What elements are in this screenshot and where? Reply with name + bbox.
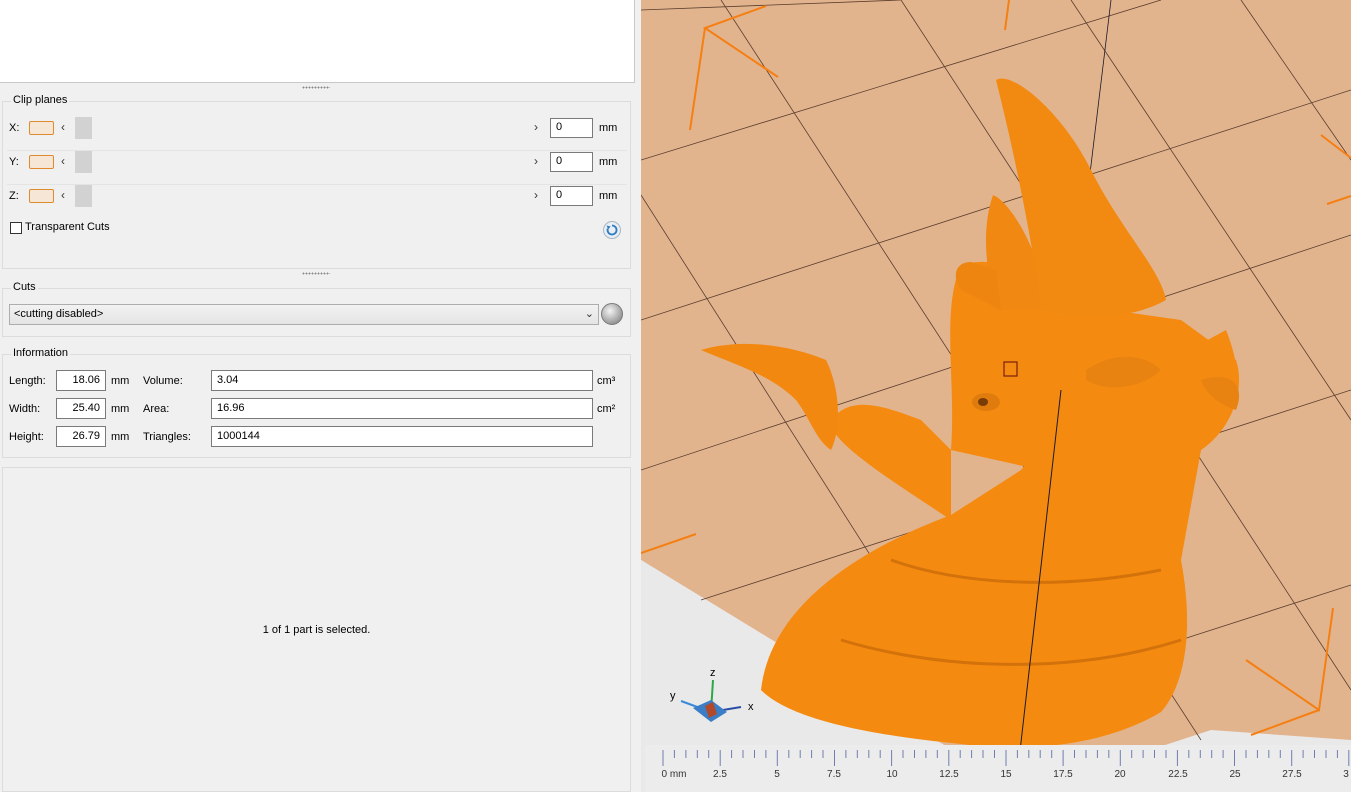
ruler-label: 25 [1229, 769, 1241, 780]
ruler-label: 27.5 [1282, 769, 1302, 780]
clip-y-unit: mm [599, 156, 618, 168]
ruler-label: 15 [1000, 769, 1012, 780]
clip-y-decrement-icon[interactable]: ‹ [61, 154, 65, 168]
area-label: Area: [143, 403, 170, 415]
clip-y-label: Y: [9, 156, 19, 168]
chevron-down-icon: ⌄ [584, 308, 594, 320]
information-title: Information [11, 347, 71, 359]
clip-x-slider[interactable] [75, 117, 531, 139]
ruler-label: 10 [886, 769, 898, 780]
clip-x-input[interactable]: 0 [550, 118, 593, 138]
clip-y-slider[interactable] [75, 151, 531, 173]
cuts-group: Cuts <cutting disabled> ⌄ [2, 281, 631, 337]
clip-planes-group: Clip planes X: ‹ › 0 mm Y: ‹ › 0 mm Z: ‹… [2, 94, 632, 269]
cuts-dropdown[interactable]: <cutting disabled> ⌄ [9, 304, 599, 325]
object-list-area[interactable] [0, 0, 635, 83]
volume-field: 3.04 [211, 370, 593, 391]
globe-icon[interactable] [601, 303, 623, 325]
area-field: 16.96 [211, 398, 593, 419]
clip-z-slider-thumb[interactable] [75, 185, 92, 207]
clip-z-slider[interactable] [75, 185, 531, 207]
clip-x-increment-icon[interactable]: › [534, 120, 538, 134]
viewport-scene [641, 0, 1351, 792]
left-panel: Clip planes X: ‹ › 0 mm Y: ‹ › 0 mm Z: ‹… [0, 0, 636, 792]
axis-x-label: x [748, 701, 754, 713]
volume-unit: cm³ [597, 375, 616, 387]
ruler-label: 22.5 [1168, 769, 1188, 780]
ruler-label: 0 mm [661, 769, 687, 780]
width-unit: mm [111, 403, 130, 415]
3d-viewport[interactable]: z x y 0 mm 2.5 5 7.5 10 12.5 15 17.5 20 … [641, 0, 1351, 792]
ruler-label: 12.5 [939, 769, 959, 780]
clip-z-color-toggle[interactable] [29, 189, 54, 203]
information-group: Information Length: 18.06 mm Width: 25.4… [2, 347, 631, 458]
clip-z-unit: mm [599, 190, 618, 202]
clip-x-unit: mm [599, 122, 618, 134]
ruler-label: 3 [1343, 769, 1349, 780]
ruler-bg [645, 745, 1351, 792]
clip-y-slider-thumb[interactable] [75, 151, 92, 173]
clip-x-slider-thumb[interactable] [75, 117, 92, 139]
clip-z-decrement-icon[interactable]: ‹ [61, 188, 65, 202]
width-field: 25.40 [56, 398, 106, 419]
length-label: Length: [9, 375, 46, 387]
ruler-label: 2.5 [713, 769, 727, 780]
clip-z-label: Z: [9, 190, 19, 202]
clip-planes-title: Clip planes [11, 94, 70, 106]
axis-y-label: y [670, 690, 676, 702]
reset-icon[interactable] [603, 221, 621, 239]
axis-z-label: z [710, 667, 716, 679]
clip-z-input[interactable]: 0 [550, 186, 593, 206]
clip-z-increment-icon[interactable]: › [534, 188, 538, 202]
triangles-field: 1000144 [211, 426, 593, 447]
clip-y-color-toggle[interactable] [29, 155, 54, 169]
ruler-label: 5 [774, 769, 780, 780]
clip-x-color-toggle[interactable] [29, 121, 54, 135]
transparent-cuts-label: Transparent Cuts [25, 221, 110, 233]
width-label: Width: [9, 403, 41, 415]
selection-status-panel: 1 of 1 part is selected. [2, 467, 631, 792]
area-unit: cm² [597, 403, 616, 415]
clip-row-y: Y: ‹ › 0 mm [3, 149, 632, 177]
length-unit: mm [111, 375, 130, 387]
clip-x-label: X: [9, 122, 20, 134]
clip-y-input[interactable]: 0 [550, 152, 593, 172]
clip-x-decrement-icon[interactable]: ‹ [61, 120, 65, 134]
height-field: 26.79 [56, 426, 106, 447]
ruler-label: 17.5 [1053, 769, 1073, 780]
length-field: 18.06 [56, 370, 106, 391]
splitter-grip[interactable] [302, 86, 330, 89]
height-label: Height: [9, 431, 44, 443]
volume-label: Volume: [143, 375, 183, 387]
ruler-label: 20 [1114, 769, 1126, 780]
transparent-cuts-checkbox[interactable] [10, 222, 22, 234]
splitter-grip[interactable] [302, 272, 330, 275]
cuts-title: Cuts [11, 281, 38, 293]
height-unit: mm [111, 431, 130, 443]
cuts-dropdown-value: <cutting disabled> [14, 308, 104, 320]
triangles-label: Triangles: [143, 431, 191, 443]
ruler-label: 7.5 [827, 769, 841, 780]
clip-y-increment-icon[interactable]: › [534, 154, 538, 168]
clip-row-x: X: ‹ › 0 mm [3, 115, 632, 143]
selection-status-text: 1 of 1 part is selected. [262, 624, 371, 636]
clip-row-z: Z: ‹ › 0 mm [3, 183, 632, 211]
